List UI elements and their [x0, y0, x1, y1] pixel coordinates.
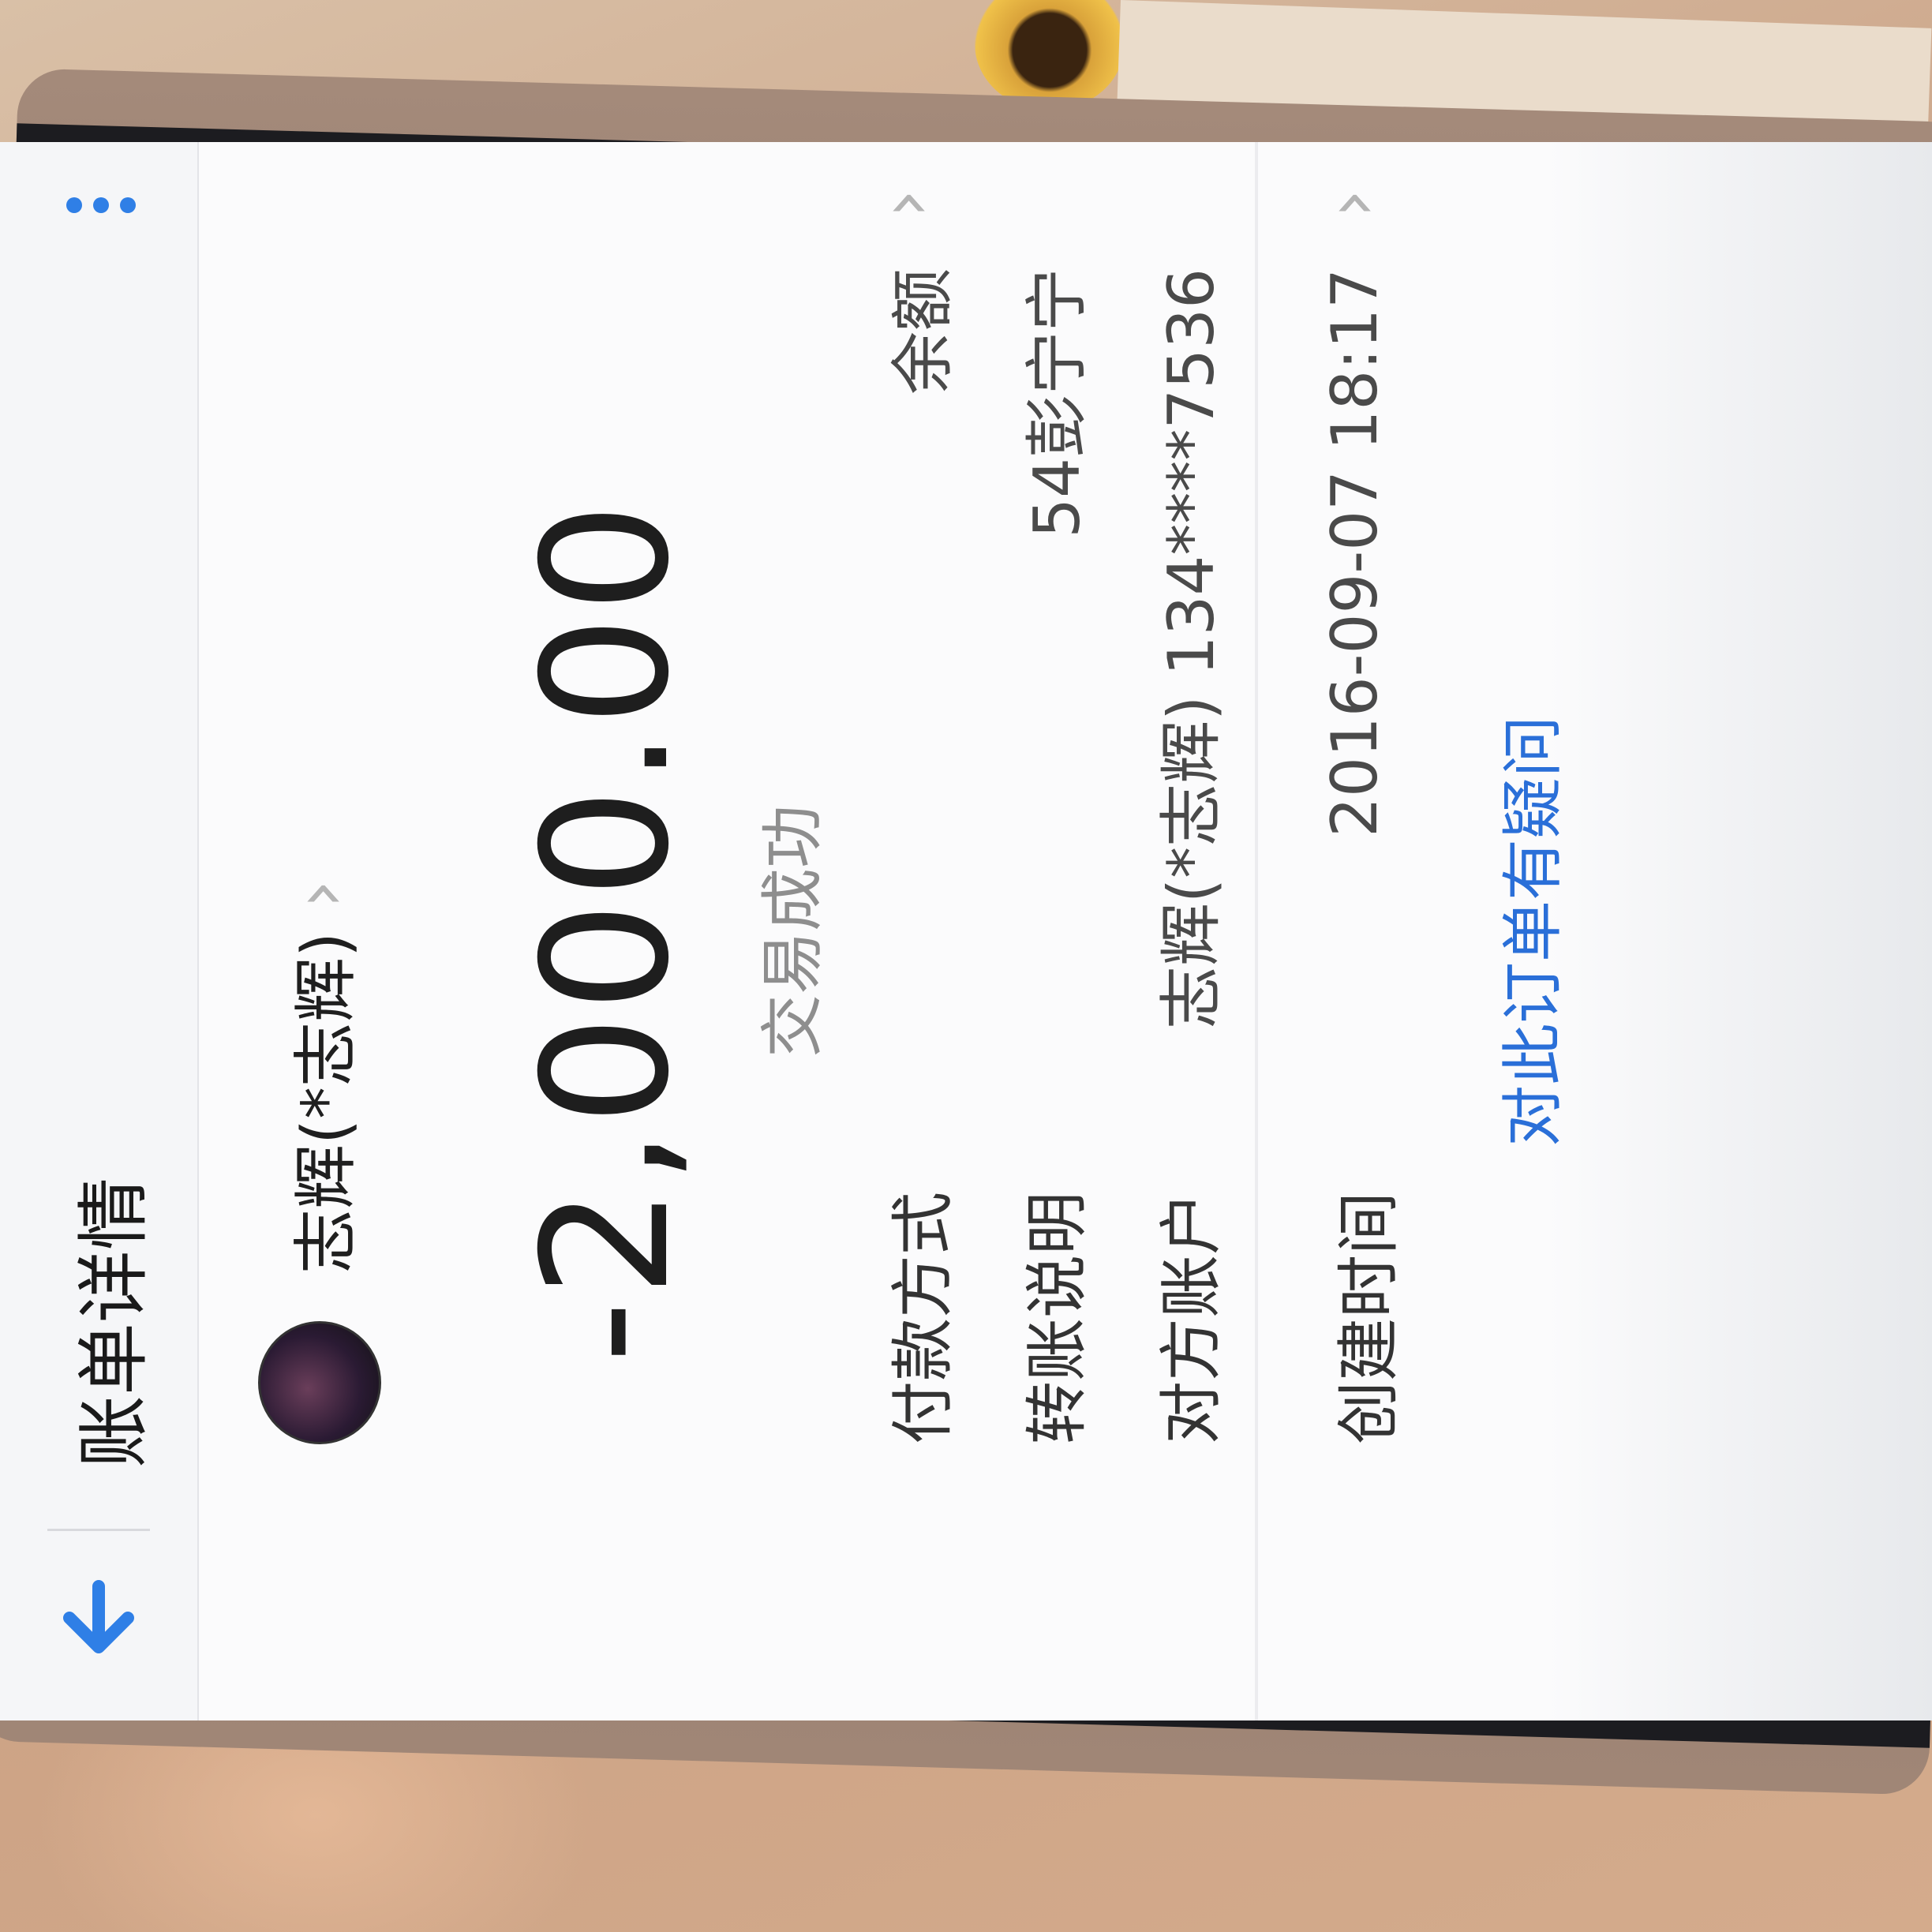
payee-name: 志辉(*志辉): [288, 932, 364, 1274]
detail-value: 54彭宁宁: [1020, 268, 1094, 538]
more-vertical-icon[interactable]: [63, 182, 136, 229]
detail-value: 志辉(*志辉) 134****7536: [1155, 268, 1228, 1030]
bill-detail-screen: 账单详情 志辉(*志辉) › -2,000.00 交易成功 付款方式 余额 › …: [0, 142, 1932, 1720]
transaction-status: 交易成功: [756, 805, 829, 1058]
page-title: 账单详情: [72, 1177, 156, 1468]
back-arrow-icon[interactable]: [39, 1555, 158, 1673]
chevron-right-icon: ›: [278, 880, 361, 909]
detail-value: 余额: [886, 268, 960, 395]
detail-row-counterparty-account: 对方账户 志辉(*志辉) 134****7536: [1117, 142, 1251, 1720]
avatar: [258, 1321, 381, 1444]
detail-row-transfer-note: 转账说明 54彭宁宁: [983, 142, 1117, 1720]
detail-row-created-time[interactable]: 创建时间 2016-09-07 18:17 ›: [1294, 142, 1428, 1720]
bottom-fade: [1547, 142, 1932, 1720]
detail-row-payment-method[interactable]: 付款方式 余额 ›: [848, 142, 983, 1720]
navbar-divider: [47, 1529, 150, 1531]
chevron-right-icon: ›: [864, 189, 947, 218]
detail-label: 付款方式: [886, 1192, 960, 1444]
detail-label: 创建时间: [1332, 1192, 1406, 1444]
detail-label: 对方账户: [1155, 1192, 1228, 1444]
payee-row[interactable]: 志辉(*志辉) ›: [258, 880, 381, 1444]
transaction-amount: -2,000.00: [505, 499, 707, 1364]
detail-value: 2016-09-07 18:17: [1318, 268, 1391, 837]
detail-label: 转账说明: [1020, 1192, 1094, 1444]
top-navbar: 账单详情: [0, 142, 199, 1720]
order-question-link[interactable]: 对此订单有疑问: [1484, 142, 1572, 1720]
section-divider: [1255, 142, 1258, 1720]
chevron-right-icon: ›: [1310, 189, 1393, 218]
